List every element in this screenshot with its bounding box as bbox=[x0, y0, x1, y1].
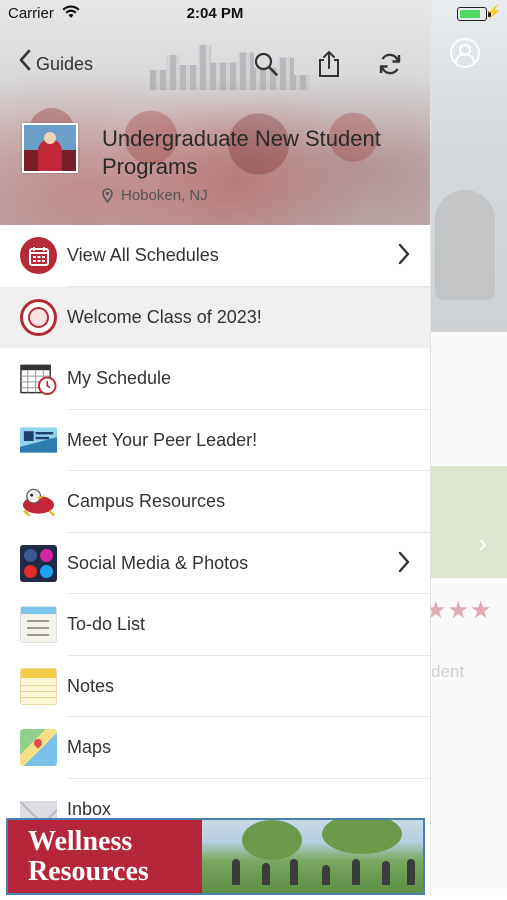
banner-line-1: Wellness bbox=[28, 825, 133, 857]
menu-item-label: Welcome Class of 2023! bbox=[67, 306, 262, 327]
notes-icon bbox=[20, 667, 57, 705]
back-label: Guides bbox=[36, 53, 94, 74]
guide-header: Guides Undergraduate New Student Program… bbox=[0, 0, 430, 225]
menu-item-label: Maps bbox=[67, 737, 112, 758]
menu-item-welcome-class-of-2023[interactable]: Welcome Class of 2023! bbox=[0, 286, 430, 348]
chevron-left-icon bbox=[18, 47, 32, 77]
status-bar: Carrier 2:04 PM ⚡ bbox=[0, 0, 507, 28]
menu-item-label: My Schedule bbox=[67, 368, 172, 389]
location-label: Hoboken, NJ bbox=[121, 187, 208, 204]
peer-leaders-icon bbox=[20, 422, 57, 459]
menu-item-to-do-list[interactable]: To-do List bbox=[0, 594, 430, 656]
guide-info: Undergraduate New Student Programs Hobok… bbox=[22, 123, 422, 213]
banner-line-2: Resources bbox=[28, 855, 149, 887]
mascot-icon bbox=[20, 483, 57, 520]
profile-icon[interactable] bbox=[450, 38, 480, 68]
background-partial-text: dent bbox=[431, 662, 465, 681]
menu-item-label: Meet Your Peer Leader! bbox=[67, 429, 258, 450]
todo-list-icon bbox=[20, 606, 57, 643]
menu-item-notes[interactable]: Notes bbox=[0, 655, 430, 717]
location-pin-icon bbox=[102, 188, 113, 203]
banner-text-panel: Wellness Resources bbox=[8, 820, 202, 893]
menu-item-label: To-do List bbox=[67, 614, 146, 635]
share-icon[interactable] bbox=[313, 48, 345, 80]
refresh-icon[interactable] bbox=[374, 48, 406, 80]
menu-item-label: Inbox bbox=[67, 798, 112, 819]
map-icon bbox=[20, 729, 57, 766]
menu-item-meet-your-peer-leader[interactable]: Meet Your Peer Leader! bbox=[0, 409, 430, 471]
menu-item-social-media-photos[interactable]: Social Media & Photos bbox=[0, 532, 430, 594]
menu-item-label: Campus Resources bbox=[67, 491, 226, 512]
battery-icon bbox=[457, 7, 491, 21]
guide-logo bbox=[22, 123, 78, 173]
menu-item-maps[interactable]: Maps bbox=[0, 717, 430, 779]
seal-icon bbox=[20, 298, 57, 336]
chevron-right-icon bbox=[397, 241, 411, 272]
calendar-icon bbox=[20, 237, 57, 274]
menu-item-label: Notes bbox=[67, 675, 115, 696]
nav-bar: Guides bbox=[0, 42, 430, 86]
guide-title: Undergraduate New Student Programs bbox=[102, 126, 381, 179]
back-button[interactable]: Guides bbox=[18, 48, 93, 80]
menu-item-label: Social Media & Photos bbox=[67, 552, 249, 573]
menu-item-campus-resources[interactable]: Campus Resources bbox=[0, 471, 430, 533]
guide-drawer: Guides Undergraduate New Student Program… bbox=[0, 0, 431, 900]
social-media-icon bbox=[20, 544, 57, 582]
guide-location: Hoboken, NJ bbox=[102, 187, 208, 204]
rating-stars: ★★★ bbox=[425, 597, 493, 624]
schedule-clock-icon bbox=[20, 360, 57, 397]
chevron-right-icon bbox=[397, 549, 411, 580]
menu-item-label: View All Schedules bbox=[67, 245, 219, 266]
wellness-resources-banner[interactable]: Wellness Resources bbox=[6, 818, 425, 895]
search-icon[interactable] bbox=[250, 48, 282, 80]
menu-item-view-all-schedules[interactable]: View All Schedules bbox=[0, 225, 430, 287]
background-page: › ★★★ dent bbox=[425, 0, 507, 900]
status-time: 2:04 PM bbox=[186, 5, 244, 22]
bolt-icon: ⚡ bbox=[485, 4, 502, 19]
bottom-safe-area bbox=[0, 895, 507, 900]
background-tile: › bbox=[431, 466, 507, 578]
guide-menu: View All Schedules Welcome Class of 2023… bbox=[0, 225, 430, 840]
banner-yoga-photo bbox=[202, 820, 423, 893]
menu-item-my-schedule[interactable]: My Schedule bbox=[0, 348, 430, 410]
